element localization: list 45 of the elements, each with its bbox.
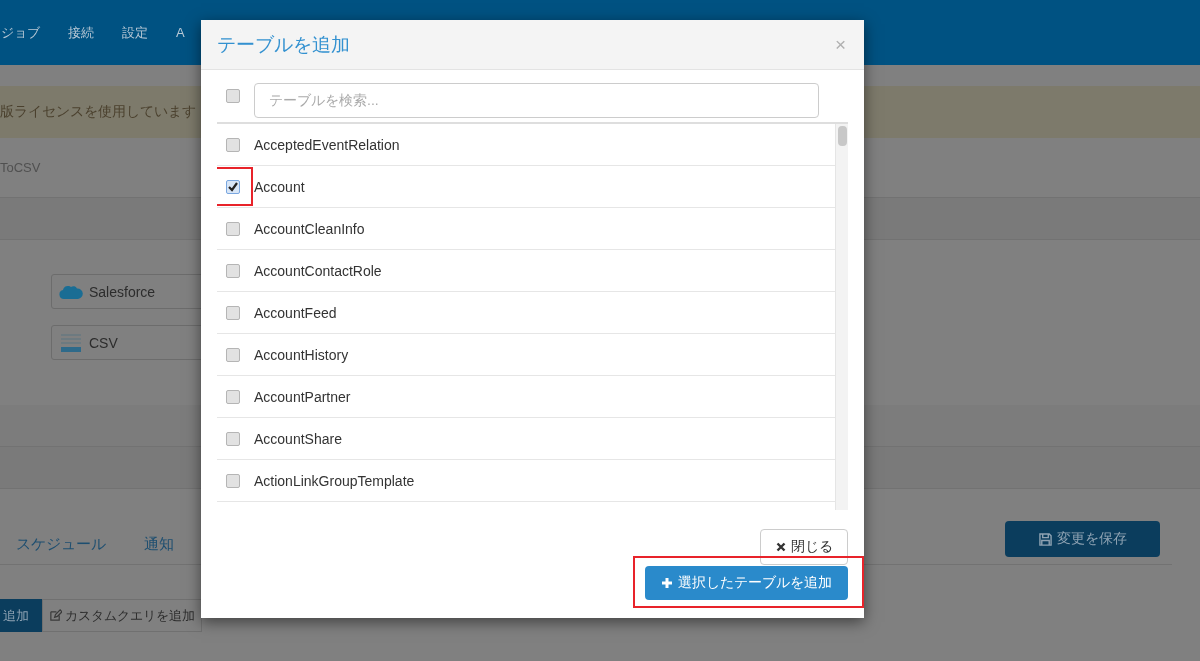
alert-text: 版ライセンスを使用しています: [0, 103, 196, 121]
checkbox[interactable]: [226, 89, 240, 103]
table-row[interactable]: ActionLinkGroupTemplate: [217, 460, 835, 502]
table-name[interactable]: AccountPartner: [254, 388, 351, 405]
checkbox[interactable]: [226, 221, 240, 236]
table-row[interactable]: AccountShare: [217, 418, 835, 460]
nav-link[interactable]: A: [176, 25, 185, 40]
table-name[interactable]: ActionLinkGroupTemplate: [254, 472, 415, 489]
table-name[interactable]: AcceptedEventRelation: [254, 136, 400, 153]
checkbox[interactable]: [226, 389, 240, 404]
plus-icon: [661, 577, 673, 589]
close-icon: [775, 542, 786, 552]
checkbox[interactable]: [226, 263, 240, 278]
table-name[interactable]: AccountContactRole: [254, 262, 382, 279]
nav-link[interactable]: 設定: [122, 23, 148, 42]
search-field[interactable]: テーブルを検索...: [254, 82, 819, 118]
checkbox[interactable]: [226, 347, 240, 362]
csv-file-icon: [59, 332, 83, 353]
checkbox[interactable]: [226, 137, 240, 152]
table-name[interactable]: AccountShare: [254, 430, 342, 447]
cloud-icon: [59, 283, 83, 300]
table-row[interactable]: AccountFeed: [217, 292, 835, 334]
table-name[interactable]: AccountHistory: [254, 346, 349, 363]
table-name[interactable]: AccountFeed: [254, 304, 337, 321]
table-row[interactable]: AccountPartner: [217, 376, 835, 418]
modal-title: テーブルを追加: [217, 32, 350, 57]
toolbar-button[interactable]: 追加: [0, 599, 42, 632]
table-row[interactable]: AcceptedEventRelation: [217, 124, 835, 166]
nav-link[interactable]: ジョブ: [1, 23, 40, 42]
table-row[interactable]: AccountHistory: [217, 334, 835, 376]
table-name[interactable]: Account: [254, 178, 305, 195]
save-button[interactable]: 変更を保存: [1005, 521, 1160, 557]
add-button[interactable]: 選択したテーブルを追加: [645, 566, 848, 600]
checkbox[interactable]: [226, 431, 240, 446]
edit-icon: [49, 609, 62, 622]
checkbox[interactable]: [226, 473, 240, 488]
nav-link[interactable]: 接続: [68, 23, 94, 42]
checkbox[interactable]: [226, 179, 240, 194]
scrollbar-thumb[interactable]: [838, 126, 847, 146]
toolbar-button[interactable]: カスタムクエリを追加: [42, 599, 202, 632]
table-row[interactable]: AccountCleanInfo: [217, 208, 835, 250]
close-button[interactable]: 閉じる: [760, 529, 848, 565]
checkbox[interactable]: [226, 305, 240, 320]
table-row[interactable]: AccountContactRole: [217, 250, 835, 292]
table-name[interactable]: AccountCleanInfo: [254, 220, 365, 237]
